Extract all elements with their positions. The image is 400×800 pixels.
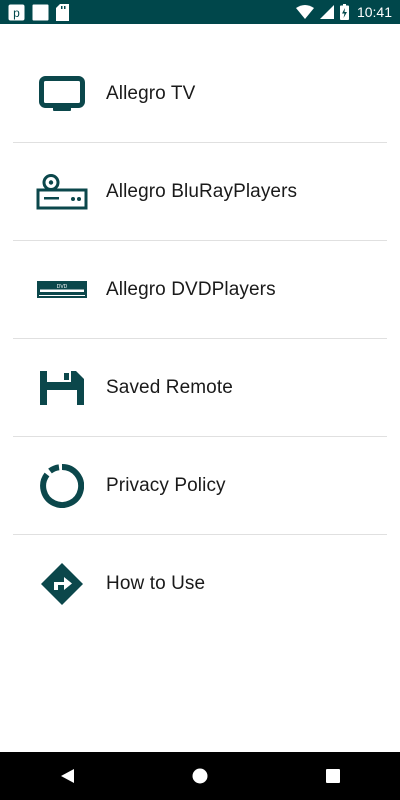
sd-card-icon	[56, 3, 69, 21]
save-icon	[36, 364, 88, 412]
menu-item-allegro-bluray-players[interactable]: Allegro BluRayPlayers	[0, 143, 400, 241]
bluray-player-icon	[36, 168, 88, 216]
blank-notification-icon	[32, 4, 49, 20]
menu-item-label: Allegro BluRayPlayers	[106, 181, 298, 202]
status-bar-notifications: p	[8, 3, 69, 21]
home-icon	[192, 768, 208, 784]
notification-p-icon: p	[8, 4, 25, 20]
recents-button[interactable]	[303, 752, 363, 800]
menu-item-allegro-tv[interactable]: Allegro TV	[0, 45, 400, 143]
status-bar-system: 10:41	[295, 4, 392, 20]
menu-item-how-to-use[interactable]: How to Use	[0, 535, 400, 633]
menu-list: Allegro TV Allegro BluRayPlayers DVD All…	[0, 45, 400, 633]
menu-item-label: How to Use	[106, 573, 206, 594]
battery-charging-icon	[339, 4, 349, 20]
status-bar: p 10:41	[0, 0, 400, 24]
directions-icon	[36, 560, 88, 608]
menu-item-label: Saved Remote	[106, 377, 233, 398]
home-button[interactable]	[170, 752, 230, 800]
wifi-icon	[295, 5, 314, 19]
status-bar-clock: 10:41	[356, 4, 392, 20]
recents-icon	[326, 769, 341, 783]
menu-item-label: Allegro DVDPlayers	[106, 279, 276, 300]
menu-item-privacy-policy[interactable]: Privacy Policy	[0, 437, 400, 535]
dvd-player-icon: DVD	[36, 266, 88, 314]
menu-item-label: Privacy Policy	[106, 475, 226, 496]
back-icon	[60, 769, 74, 783]
privacy-ring-icon	[36, 462, 88, 510]
cell-signal-icon	[319, 5, 334, 19]
menu-item-label: Allegro TV	[106, 83, 196, 104]
menu-item-saved-remote[interactable]: Saved Remote	[0, 339, 400, 437]
svg-text:p: p	[13, 6, 20, 20]
menu-item-allegro-dvd-players[interactable]: DVD Allegro DVDPlayers	[0, 241, 400, 339]
back-button[interactable]	[37, 752, 97, 800]
tv-icon	[36, 70, 88, 118]
navigation-bar	[0, 752, 400, 800]
svg-text:DVD: DVD	[57, 284, 68, 290]
